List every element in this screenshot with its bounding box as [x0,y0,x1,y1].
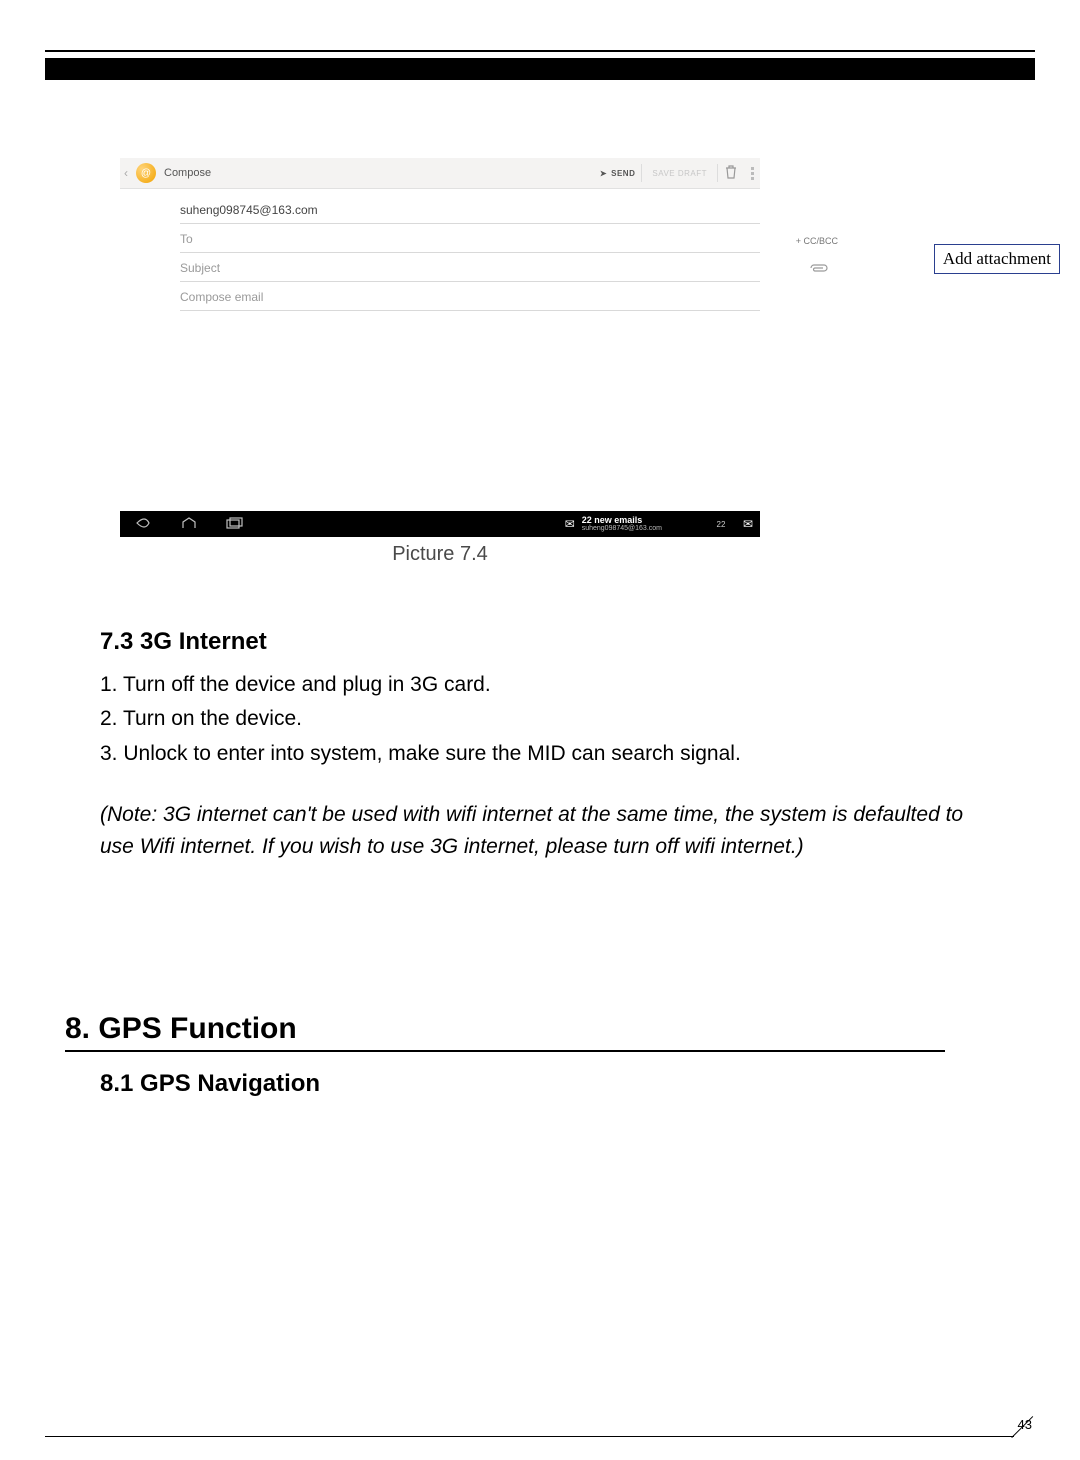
step-1: 1. Turn off the device and plug in 3G ca… [100,670,970,700]
overflow-menu-icon[interactable] [744,167,760,180]
back-icon[interactable]: ‹ [120,166,132,180]
mail-app-icon[interactable]: @ [136,163,156,183]
compose-title: Compose [164,167,211,179]
home-nav-icon[interactable] [166,517,212,532]
attachment-icon[interactable] [808,262,830,277]
subject-placeholder: Subject [180,261,220,275]
figure-caption: Picture 7.4 [120,543,760,566]
step-2: 2. Turn on the device. [100,704,970,734]
mail-status-icon: ✉ [736,517,760,531]
discard-icon[interactable] [718,165,744,182]
page-number: 43 [1018,1417,1032,1432]
heading-7-3: 7.3 3G Internet [100,628,970,656]
to-field[interactable]: To + CC/BCC [180,224,760,253]
heading-8: 8. GPS Function [65,1012,945,1052]
subject-field[interactable]: Subject [180,253,760,282]
compose-fields: suheng098745@163.com To + CC/BCC Subject… [120,189,760,311]
top-rule [45,50,1035,52]
notif-heading: 22 new emails [582,516,662,525]
step-3: 3. Unlock to enter into system, make sur… [100,739,970,769]
notif-sub: suheng098745@163.com [582,525,662,532]
back-nav-icon[interactable] [120,517,166,532]
send-label: SEND [611,169,635,178]
to-placeholder: To [180,232,193,246]
heading-8-1: 8.1 GPS Navigation [100,1070,1035,1098]
from-field: suheng098745@163.com [180,195,760,224]
callout-add-attachment: Add attachment [934,244,1060,274]
cc-bcc-button[interactable]: + CC/BCC [796,236,838,246]
system-nav-bar: ✉ 22 new emails suheng098745@163.com 22 … [120,511,760,537]
footer-rule [45,1436,1014,1437]
section-7-3: 7.3 3G Internet 1. Turn off the device a… [100,628,970,862]
embedded-screenshot: ‹ @ Compose ➤ SEND SAVE DRAFT suheng0987… [120,158,970,537]
recent-nav-icon[interactable] [212,517,258,532]
send-button[interactable]: ➤ SEND [594,169,641,178]
note-text: (Note: 3G internet can't be used with wi… [100,799,970,862]
notif-badge: 22 [710,520,732,529]
mail-notif-icon[interactable]: ✉ [558,517,582,531]
save-draft-button[interactable]: SAVE DRAFT [641,164,718,182]
body-field[interactable]: Compose email [180,282,760,311]
notif-text: 22 new emails suheng098745@163.com [582,516,662,533]
top-black-bar [45,58,1035,80]
compose-toolbar: ‹ @ Compose ➤ SEND SAVE DRAFT [120,158,760,189]
send-icon: ➤ [600,169,607,178]
document-page: ‹ @ Compose ➤ SEND SAVE DRAFT suheng0987… [0,0,1080,1460]
